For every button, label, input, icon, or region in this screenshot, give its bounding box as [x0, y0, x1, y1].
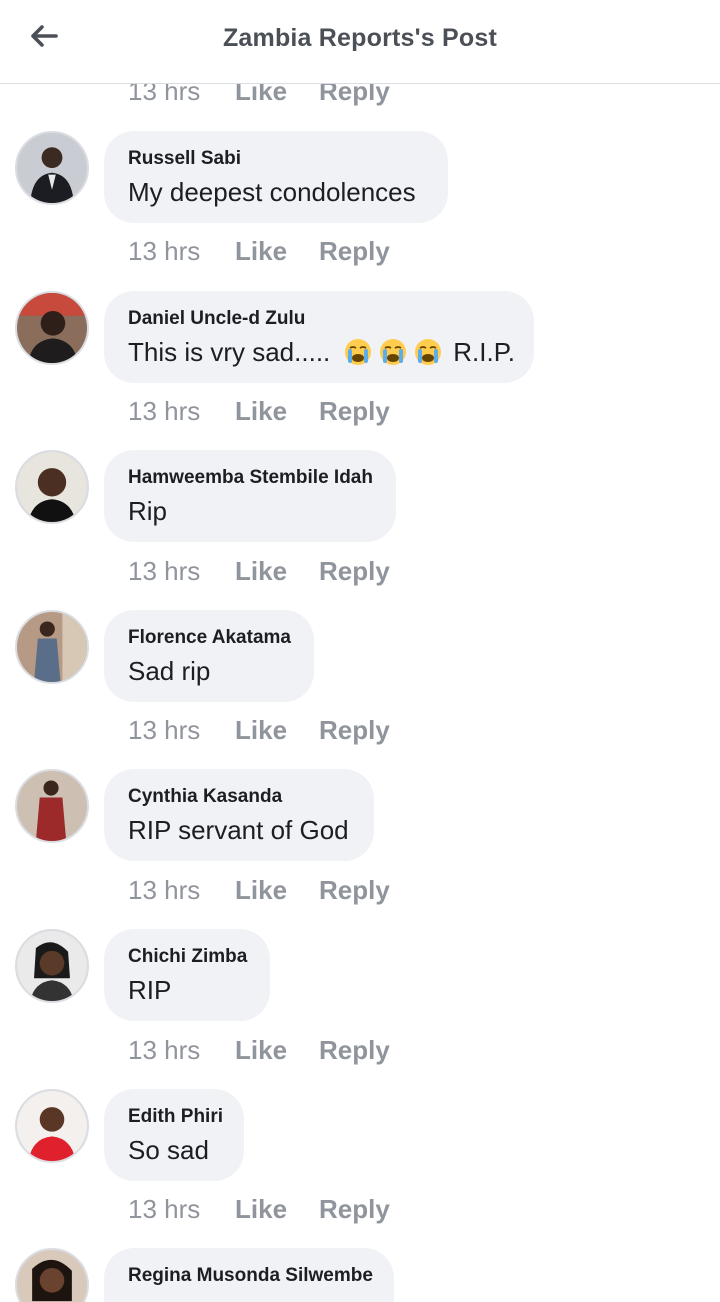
like-button[interactable]: Like [235, 875, 319, 906]
comment-text: My deepest condolences [128, 177, 416, 207]
reply-button[interactable]: Reply [319, 875, 390, 906]
comment-text: RIP servant of God [128, 815, 349, 845]
comment-meta-row: 13 hrs Like Reply [128, 1192, 390, 1226]
page-title: Zambia Reports's Post [222, 24, 498, 52]
commenter-name[interactable]: Cynthia Kasanda [128, 785, 350, 809]
comment-meta-row: 13 hrs Like Reply [128, 1033, 390, 1067]
comment-bubble[interactable]: Russell Sabi My deepest condolences [104, 131, 448, 223]
like-button[interactable]: Like [235, 236, 319, 267]
comment-time: 13 hrs [128, 714, 201, 745]
like-button[interactable]: Like [235, 1194, 319, 1225]
reply-button[interactable]: Reply [319, 556, 390, 587]
reply-button[interactable]: Reply [319, 236, 390, 267]
comment-time: 13 hrs [128, 1034, 201, 1065]
avatar[interactable] [15, 769, 89, 843]
comment-time: 13 hrs [128, 555, 201, 586]
comment-item: Chichi Zimba RIP [0, 929, 720, 1021]
comment-bubble[interactable]: Florence Akatama Sad rip [104, 610, 314, 702]
comment-meta-row: 13 hrs Like Reply [128, 234, 390, 268]
like-button[interactable]: Like [235, 556, 319, 587]
avatar[interactable] [15, 131, 89, 205]
like-button[interactable]: Like [235, 1035, 319, 1066]
commenter-name[interactable]: Daniel Uncle-d Zulu [128, 307, 510, 331]
comments-feed[interactable]: 13 hrs Like Reply Russell Sabi My deepes… [0, 0, 720, 1302]
comment-bubble[interactable]: Regina Musonda Silwembe [104, 1248, 394, 1302]
comment-meta-row: 13 hrs Like Reply [128, 554, 390, 588]
loudly-crying-face-icon [380, 339, 407, 365]
comment-item: Florence Akatama Sad rip [0, 610, 720, 702]
comment-text: RIP [128, 975, 172, 1005]
comment-time: 13 hrs [128, 235, 201, 266]
comment-text-main: This is vry sad..... [128, 337, 331, 367]
reply-button[interactable]: Reply [319, 715, 390, 746]
commenter-name[interactable]: Regina Musonda Silwembe [128, 1264, 373, 1288]
reply-button[interactable]: Reply [319, 1035, 390, 1066]
avatar[interactable] [15, 450, 89, 524]
reply-button[interactable]: Reply [319, 396, 390, 427]
comment-meta-row: 13 hrs Like Reply [128, 713, 390, 747]
top-app-bar: Zambia Reports's Post [0, 0, 720, 84]
comment-item: Russell Sabi My deepest condolences [0, 131, 720, 223]
comment-item: Edith Phiri So sad [0, 1089, 720, 1181]
emoji-group [338, 337, 443, 367]
comment-text: Sad rip [128, 656, 211, 686]
avatar[interactable] [15, 1248, 89, 1302]
avatar[interactable] [15, 929, 89, 1003]
comment-text: Rip [128, 496, 168, 526]
loudly-crying-face-icon [345, 339, 372, 365]
commenter-name[interactable]: Florence Akatama [128, 626, 291, 650]
comment-bubble[interactable]: Cynthia Kasanda RIP servant of God [104, 769, 374, 861]
comment-bubble[interactable]: Chichi Zimba RIP [104, 929, 270, 1021]
commenter-name[interactable]: Chichi Zimba [128, 945, 247, 969]
comment-item: Cynthia Kasanda RIP servant of God [0, 769, 720, 861]
avatar[interactable] [15, 291, 89, 365]
like-button[interactable]: Like [235, 396, 319, 427]
comment-text-after: R.I.P. [453, 337, 515, 367]
comment-time: 13 hrs [128, 395, 201, 426]
comment-item: Hamweemba Stembile Idah Rip [0, 450, 720, 542]
comment-bubble[interactable]: Hamweemba Stembile Idah Rip [104, 450, 396, 542]
comment-item: Daniel Uncle-d Zulu This is vry sad.....… [0, 291, 720, 383]
like-button[interactable]: Like [235, 715, 319, 746]
comment-meta-row: 13 hrs Like Reply [128, 873, 390, 907]
comment-time: 13 hrs [128, 1193, 201, 1224]
comment-time: 13 hrs [128, 874, 201, 905]
comment-bubble[interactable]: Daniel Uncle-d Zulu This is vry sad.....… [104, 291, 534, 383]
comment-bubble[interactable]: Edith Phiri So sad [104, 1089, 244, 1181]
avatar[interactable] [15, 1089, 89, 1163]
comment-text: This is vry sad..... R.I.P. [128, 337, 515, 367]
commenter-name[interactable]: Hamweemba Stembile Idah [128, 466, 373, 490]
avatar[interactable] [15, 610, 89, 684]
comment-meta-row: 13 hrs Like Reply [128, 394, 390, 428]
loudly-crying-face-icon [415, 339, 442, 365]
comment-item: Regina Musonda Silwembe [0, 1248, 720, 1302]
commenter-name[interactable]: Russell Sabi [128, 147, 424, 171]
comment-text: So sad [128, 1135, 209, 1165]
reply-button[interactable]: Reply [319, 1194, 390, 1225]
commenter-name[interactable]: Edith Phiri [128, 1105, 223, 1129]
